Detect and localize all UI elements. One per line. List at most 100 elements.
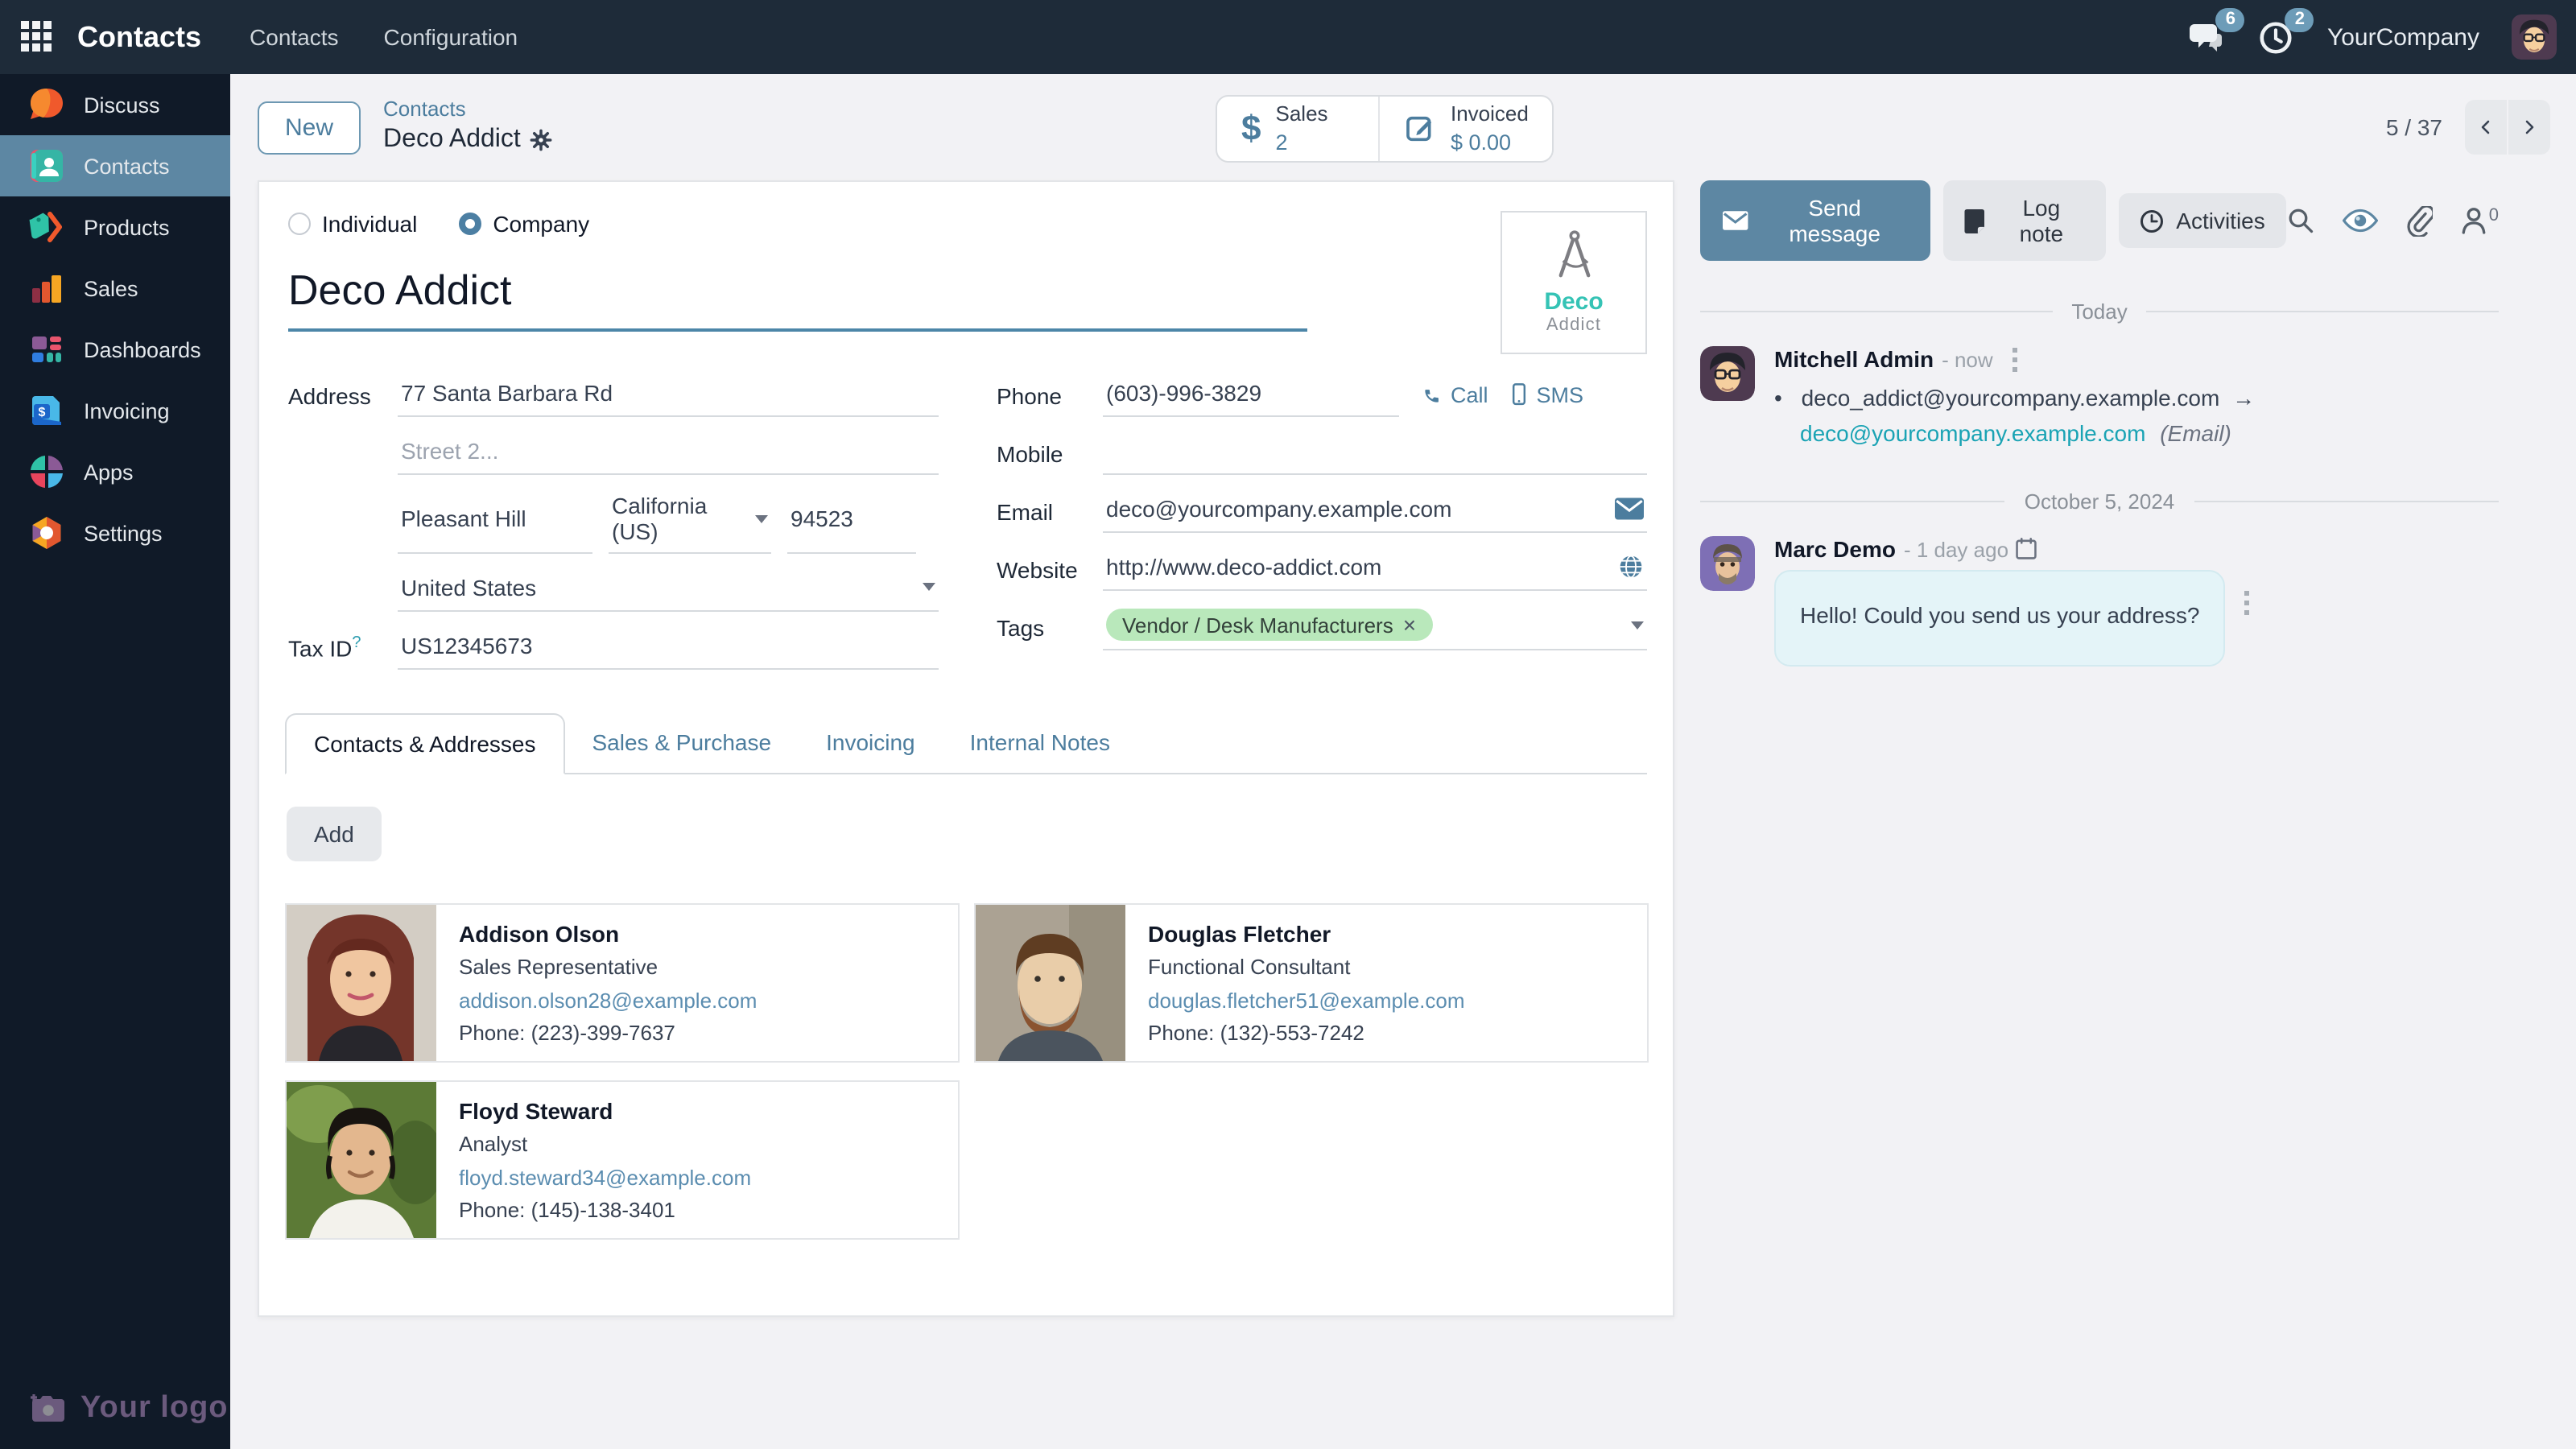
sidebar-item-settings[interactable]: Settings — [0, 502, 230, 564]
contact-role: Sales Representative — [459, 952, 757, 985]
sidebar-item-dashboards[interactable]: Dashboards — [0, 319, 230, 380]
apps-grid-icon[interactable] — [0, 0, 74, 74]
mitchell-admin-avatar-image — [1700, 346, 1755, 401]
send-message-button[interactable]: Send message — [1700, 180, 1931, 261]
sales-stat-button[interactable]: $ Sales 2 — [1217, 97, 1378, 162]
followers-eye-button[interactable] — [2343, 208, 2378, 233]
tag-remove-icon[interactable]: × — [1403, 612, 1416, 638]
add-contact-button[interactable]: Add — [287, 807, 382, 861]
email-input[interactable]: deco@yourcompany.example.com — [1103, 489, 1647, 533]
discuss-icon — [27, 85, 66, 124]
marc-demo-avatar[interactable] — [1700, 537, 1755, 592]
sidebar-item-discuss[interactable]: Discuss — [0, 74, 230, 135]
chatter-buttons: Send message Log note Activities — [1700, 180, 2499, 261]
tags-input[interactable]: Vendor / Desk Manufacturers × — [1103, 605, 1647, 650]
sidebar-item-products[interactable]: Products — [0, 196, 230, 258]
state-select[interactable]: California (US) — [609, 489, 771, 554]
message-mitchell-admin: Mitchell Admin - now • deco_addict@yourc… — [1700, 346, 2499, 452]
mobile-input[interactable] — [1103, 431, 1647, 475]
contact-name: Floyd Steward — [459, 1093, 751, 1129]
breadcrumb-current: Deco Addict — [383, 124, 521, 158]
messages-button[interactable]: 6 — [2187, 19, 2226, 55]
contact-email[interactable]: floyd.steward34@example.com — [459, 1162, 751, 1195]
state-caret-icon[interactable] — [755, 514, 768, 522]
tax-id-label: Tax ID? — [288, 634, 398, 661]
tracking-new-email[interactable]: deco@yourcompany.example.com — [1800, 419, 2145, 445]
sales-icon — [27, 269, 66, 308]
calendar-icon[interactable] — [2015, 539, 2036, 561]
tab-internal-notes[interactable]: Internal Notes — [943, 713, 1137, 773]
addison-olson-photo — [287, 905, 436, 1061]
tab-contacts-addresses[interactable]: Contacts & Addresses — [285, 713, 565, 774]
country-caret-icon[interactable] — [923, 583, 935, 591]
radio-company[interactable]: Company — [459, 211, 589, 237]
attachments-button[interactable] — [2405, 205, 2433, 236]
main-content: New Contacts Deco Addict $ — [230, 74, 2576, 1449]
pager-previous-button[interactable] — [2465, 100, 2507, 155]
log-note-button[interactable]: Log note — [1944, 180, 2105, 261]
tab-sales-purchase[interactable]: Sales & Purchase — [565, 713, 799, 773]
company-switcher[interactable]: YourCompany — [2327, 23, 2479, 51]
menu-contacts[interactable]: Contacts — [250, 24, 339, 50]
message-options-icon[interactable] — [2245, 592, 2250, 616]
sidebar-item-invoicing[interactable]: $ Invoicing — [0, 380, 230, 441]
dashboards-icon — [27, 330, 66, 369]
mobile-icon — [1511, 383, 1529, 407]
user-avatar[interactable] — [2512, 14, 2557, 60]
company-logo[interactable]: Deco Addict — [1501, 211, 1647, 354]
globe-icon[interactable] — [1618, 553, 1644, 579]
marc-demo-avatar-image — [1700, 537, 1755, 592]
activities-schedule-button[interactable]: Activities — [2118, 193, 2285, 248]
company-name-input[interactable]: Deco Addict — [288, 262, 1307, 332]
sidebar-item-sales[interactable]: Sales — [0, 258, 230, 319]
tags-caret-icon[interactable] — [1631, 621, 1644, 629]
message-options-icon[interactable] — [2013, 347, 2017, 371]
contact-email[interactable]: douglas.fletcher51@example.com — [1148, 985, 1465, 1018]
envelope-icon[interactable] — [1615, 497, 1644, 519]
tracking-field-suffix: (Email) — [2160, 419, 2231, 445]
invoiced-stat-button[interactable]: Invoiced $ 0.00 — [1378, 97, 1553, 162]
street2-input[interactable]: Street 2... — [398, 431, 939, 475]
contact-card-floyd-steward[interactable]: Floyd Steward Analyst floyd.steward34@ex… — [285, 1080, 960, 1240]
radio-company-circle[interactable] — [459, 213, 481, 235]
arrow-right-icon: → — [2232, 385, 2255, 411]
search-messages-button[interactable] — [2286, 206, 2315, 235]
pager-next-button[interactable] — [2508, 100, 2550, 155]
apps-icon — [27, 452, 66, 491]
contact-email[interactable]: addison.olson28@example.com — [459, 985, 757, 1018]
menu-configuration[interactable]: Configuration — [384, 24, 518, 50]
tag-vendor-desk-manufacturers[interactable]: Vendor / Desk Manufacturers × — [1106, 609, 1432, 641]
gear-icon[interactable] — [530, 130, 553, 152]
app-window: Contacts Contacts Configuration 6 2 Your… — [0, 0, 2576, 1449]
sms-link[interactable]: SMS — [1511, 383, 1584, 407]
phone-input[interactable]: (603)-996-3829 — [1103, 374, 1399, 417]
sidebar-item-contacts[interactable]: Contacts — [0, 135, 230, 196]
contact-card-douglas-fletcher[interactable]: Douglas Fletcher Functional Consultant d… — [974, 903, 1649, 1063]
website-input[interactable]: http://www.deco-addict.com — [1103, 547, 1647, 591]
city-input[interactable]: Pleasant Hill — [398, 489, 592, 554]
mitchell-admin-avatar[interactable] — [1700, 346, 1755, 401]
country-select[interactable]: United States — [398, 568, 939, 612]
sidebar-item-apps[interactable]: Apps — [0, 441, 230, 502]
message-body: • deco_addict@yourcompany.example.com → … — [1774, 382, 2499, 452]
street-input[interactable]: 77 Santa Barbara Rd — [398, 374, 939, 417]
message-bubble: Hello! Could you send us your address? — [1774, 571, 2226, 667]
tax-id-input[interactable]: US12345673 — [398, 626, 939, 670]
app-brand[interactable]: Contacts — [77, 20, 201, 54]
radio-individual-circle[interactable] — [288, 213, 311, 235]
contact-card-addison-olson[interactable]: Addison Olson Sales Representative addis… — [285, 903, 960, 1063]
breadcrumb-parent[interactable]: Contacts — [383, 97, 553, 124]
activities-button[interactable]: 2 — [2258, 19, 2295, 56]
douglas-fletcher-photo — [976, 905, 1125, 1061]
new-button[interactable]: New — [258, 101, 361, 154]
tax-help-icon[interactable]: ? — [352, 634, 361, 652]
zip-input[interactable]: 94523 — [787, 489, 916, 554]
fields-left: Address 77 Santa Barbara Rd Street 2... … — [288, 374, 939, 684]
call-link[interactable]: Call — [1422, 383, 1488, 407]
sidebar-your-logo[interactable]: Your logo — [29, 1391, 229, 1426]
tab-invoicing[interactable]: Invoicing — [799, 713, 943, 773]
topbar-right: 6 2 YourCompany — [2187, 14, 2576, 60]
radio-individual[interactable]: Individual — [288, 211, 417, 237]
contacts-icon — [27, 147, 66, 185]
followers-button[interactable]: 0 — [2460, 206, 2499, 235]
